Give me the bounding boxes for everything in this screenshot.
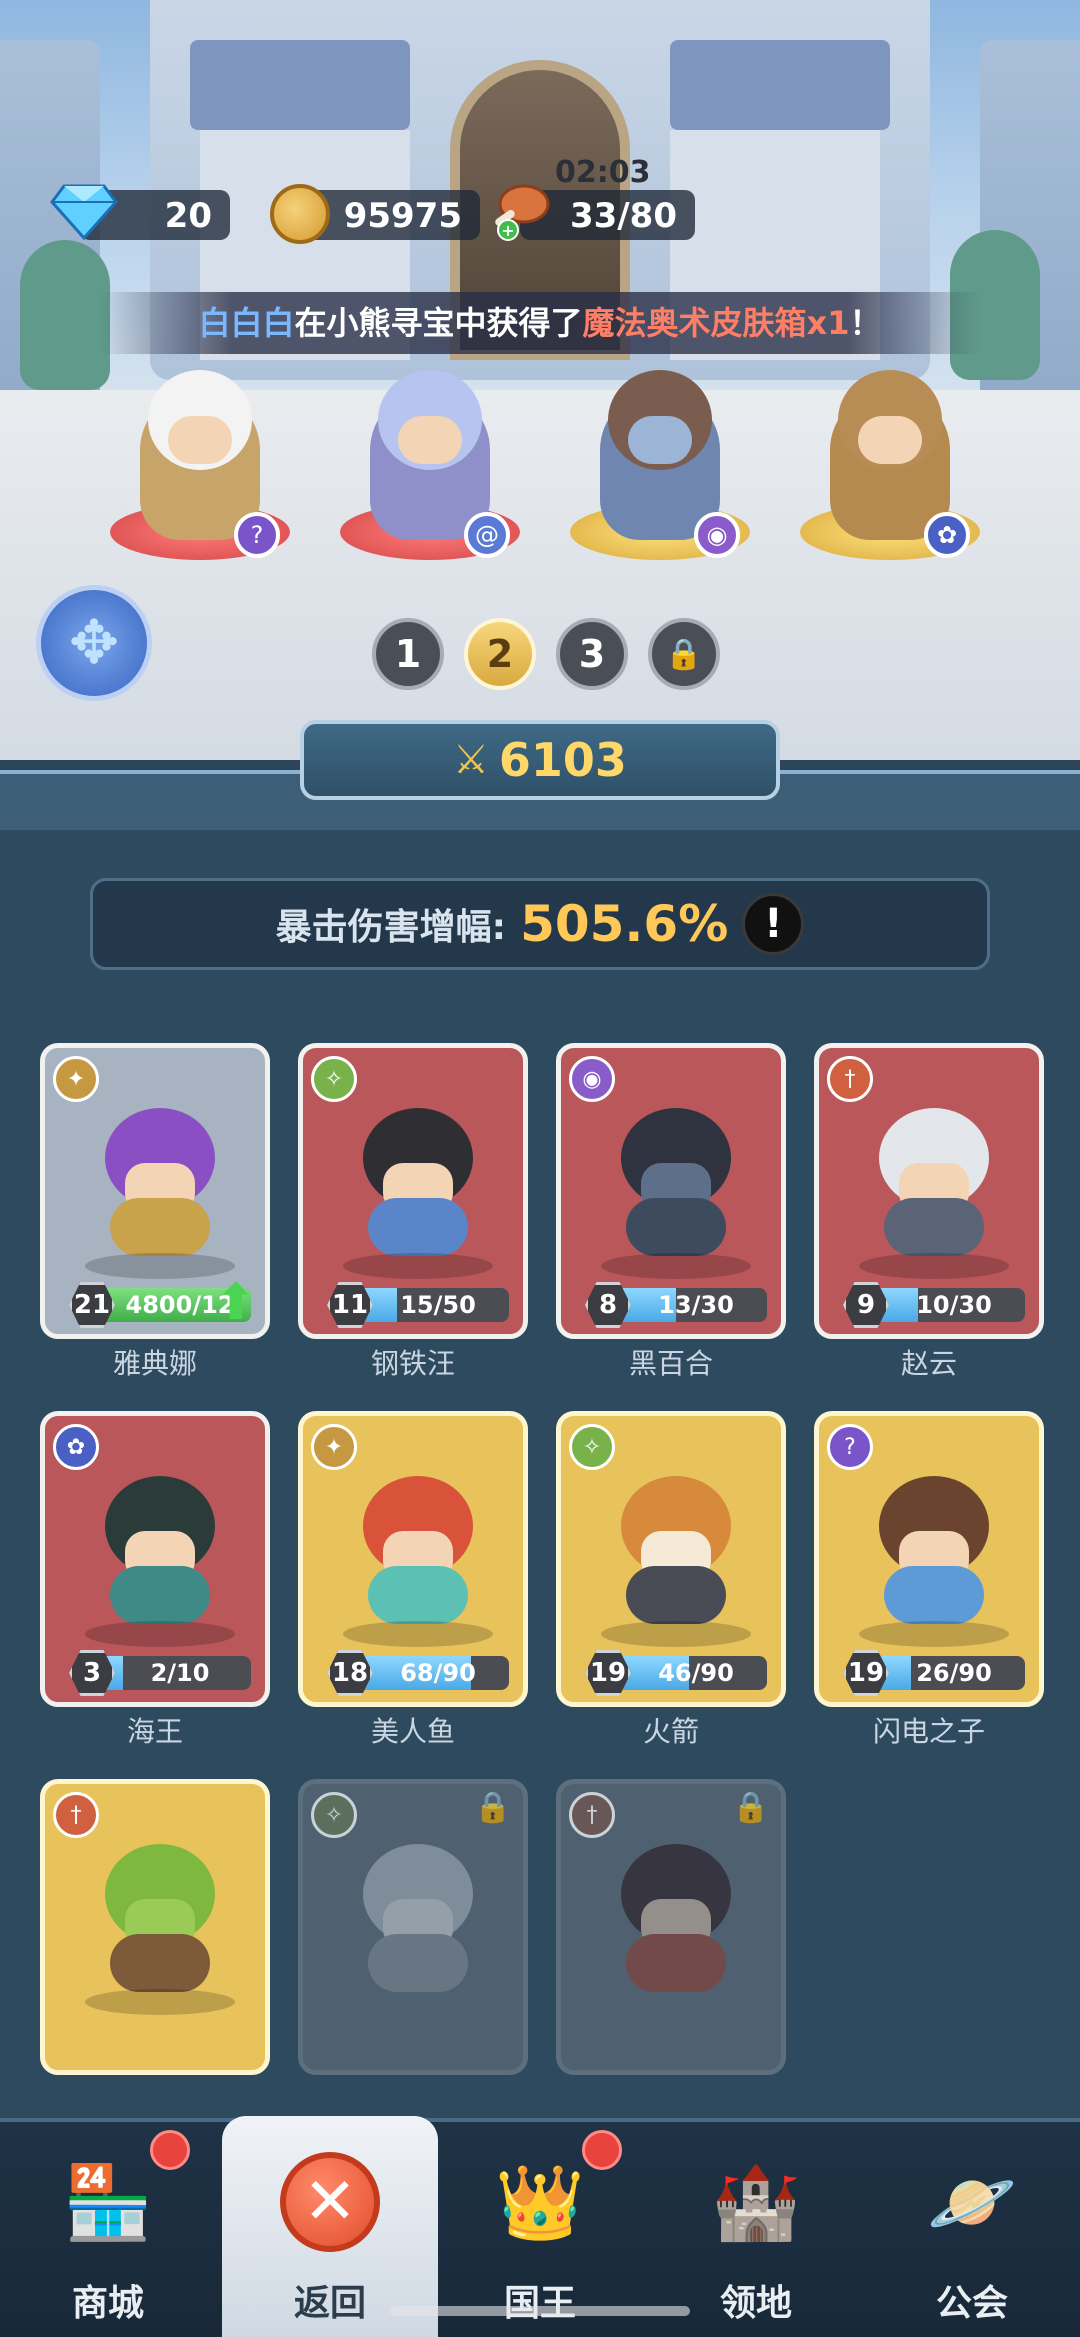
star-icon: ✧ (311, 1792, 357, 1838)
hero-card-iron-dog[interactable]: ✧ 11 15/50 (298, 1043, 528, 1339)
hero-shard-progress: 68/90 (349, 1656, 509, 1690)
hero-card-locked-1[interactable]: ✧ 🔒 (298, 1779, 528, 2075)
upgrade-arrow-icon: ⬆ (215, 1273, 257, 1331)
info-icon[interactable]: ! (742, 893, 805, 955)
hero-name: 美人鱼 (370, 1715, 455, 1748)
news-item: 魔法奥术皮肤箱x1 (582, 304, 850, 342)
star-icon: ✧ (311, 1056, 357, 1102)
nav-label: 领地 (719, 2283, 792, 2324)
lock-icon: 🔒 (732, 1790, 770, 1825)
hero-shard-progress: 2/10 (91, 1656, 251, 1690)
team-page-2[interactable]: 2 (464, 618, 536, 690)
hero-card-orc[interactable]: † (40, 1779, 270, 2075)
home-indicator[interactable] (390, 2306, 690, 2316)
hero-name: 黑百合 (628, 1347, 713, 1380)
notification-badge (150, 2130, 190, 2170)
hero-card-sea-king[interactable]: ✿ 3 2/10 (40, 1411, 270, 1707)
hero-card-lightning-son[interactable]: ? 19 26/90 (814, 1411, 1044, 1707)
svg-text:+: + (501, 221, 514, 240)
power-value: 6103 (498, 733, 627, 787)
coin-count: 95975 (343, 196, 462, 236)
team-hero-4[interactable]: ✿ (800, 370, 980, 560)
team-page-locked[interactable]: 🔒 (648, 618, 720, 690)
sword-icon: † (569, 1792, 615, 1838)
team-page-3[interactable]: 3 (556, 618, 628, 690)
team-hero-2[interactable]: @ (340, 370, 520, 560)
crit-damage-stat: 暴击伤害增幅: 505.6% ! (90, 878, 990, 970)
crown-icon: 👑 (495, 2159, 585, 2244)
hero-shard-progress: 26/90 (865, 1656, 1025, 1690)
news-text-a: 在小熊寻宝中获得了 (294, 304, 583, 342)
paw-icon: ✿ (53, 1424, 99, 1470)
team-hero-3[interactable]: ◉ (570, 370, 750, 560)
notification-badge (582, 2130, 622, 2170)
nav-back[interactable]: ✕ 返回 (222, 2116, 438, 2337)
stamina-timer: 02:03 (555, 155, 651, 190)
eye-icon: ◉ (569, 1056, 615, 1102)
lock-icon: 🔒 (665, 636, 703, 672)
close-icon: ✕ (280, 2152, 380, 2252)
hero-shard-progress: 46/90 (607, 1656, 767, 1690)
hero-name: 雅典娜 (112, 1347, 197, 1380)
tree-left (20, 240, 110, 390)
hero-card-mermaid[interactable]: ✦ 18 68/90 (298, 1411, 528, 1707)
bottom-nav: 🏪 商城 ✕ 返回 👑 国王 🏰 领地 🪐 公会 (0, 2116, 1080, 2337)
nav-territory[interactable]: 🏰 领地 (648, 2122, 864, 2337)
paw-icon: ✿ (924, 512, 970, 558)
hero-card-athena[interactable]: ✦ 21 4800/12 ⬆ (40, 1043, 270, 1339)
hero-card-rocket[interactable]: ✧ 19 46/90 (556, 1411, 786, 1707)
star-icon: ✧ (569, 1424, 615, 1470)
gem-icon (50, 184, 118, 240)
sword-icon: ⚔ (453, 737, 489, 783)
wing-icon: ✦ (53, 1056, 99, 1102)
question-icon: ? (234, 512, 280, 558)
question-icon: ? (827, 1424, 873, 1470)
hero-name: 火箭 (642, 1715, 699, 1748)
stat-value: 505.6% (520, 895, 729, 953)
hero-card-locked-2[interactable]: † 🔒 (556, 1779, 786, 2075)
nav-label: 返回 (293, 2283, 366, 2324)
team-power: ⚔ 6103 (300, 720, 780, 800)
news-text-b: ！ (849, 304, 882, 342)
hero-shard-progress: 15/50 (349, 1288, 509, 1322)
wing-icon: ✦ (311, 1424, 357, 1470)
hero-name: 闪电之子 (872, 1715, 985, 1748)
nav-king[interactable]: 👑 国王 (432, 2122, 648, 2337)
sword-icon: † (53, 1792, 99, 1838)
hero-card-black-lily[interactable]: ◉ 8 13/30 (556, 1043, 786, 1339)
coin-icon (270, 184, 330, 244)
nav-guild[interactable]: 🪐 公会 (864, 2122, 1080, 2337)
nav-label: 商城 (71, 2283, 144, 2324)
team-page-selector: 1 2 3 🔒 (372, 618, 720, 690)
planet-icon: 🪐 (927, 2159, 1017, 2244)
meat-plus-icon: + (495, 184, 550, 241)
nav-shop[interactable]: 🏪 商城 (0, 2122, 216, 2337)
eye-icon: ◉ (694, 512, 740, 558)
stamina-count: 33/80 (569, 196, 677, 236)
hero-name: 海王 (126, 1715, 183, 1748)
team-hero-1[interactable]: ? (110, 370, 290, 560)
swirl-icon: @ (464, 512, 510, 558)
hero-name: 赵云 (900, 1347, 957, 1380)
lock-icon: 🔒 (474, 1790, 512, 1825)
nav-label: 国王 (503, 2283, 576, 2324)
dpad-icon: ✥ (68, 608, 120, 678)
sword-icon: † (827, 1056, 873, 1102)
news-player: 白白白 (198, 304, 295, 342)
formation-button[interactable]: ✥ (36, 585, 152, 701)
team-page-1[interactable]: 1 (372, 618, 444, 690)
hero-shard-progress: 13/30 (607, 1288, 767, 1322)
hero-name: 钢铁汪 (370, 1347, 455, 1380)
news-ticker: 白白白在小熊寻宝中获得了魔法奥术皮肤箱x1！ (100, 292, 980, 354)
stat-label: 暴击伤害增幅: (275, 907, 507, 948)
castle-icon: 🏰 (711, 2159, 801, 2244)
shop-icon: 🏪 (63, 2159, 153, 2244)
gem-count: 20 (164, 196, 212, 236)
hero-card-zhao-yun[interactable]: † 9 10/30 (814, 1043, 1044, 1339)
nav-label: 公会 (935, 2283, 1008, 2324)
hero-shard-progress: 10/30 (865, 1288, 1025, 1322)
